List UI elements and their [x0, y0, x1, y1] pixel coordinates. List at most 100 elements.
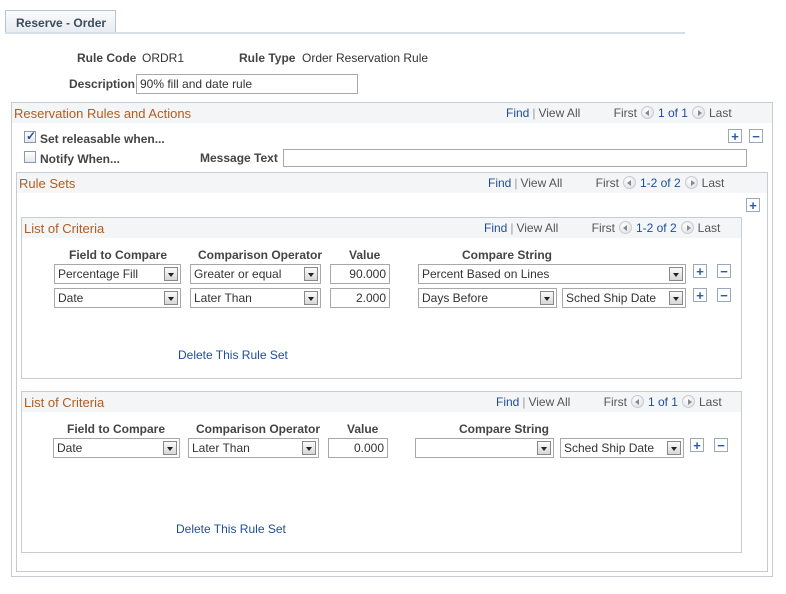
previous-arrow-icon[interactable] [618, 221, 632, 234]
value-input[interactable]: 2.000 [330, 288, 390, 308]
field-select-value: Date [58, 291, 84, 305]
add-criteria-plus-icon[interactable]: + [690, 438, 704, 452]
delete-criteria-minus-icon[interactable]: − [714, 438, 728, 452]
last-link[interactable]: Last [699, 395, 722, 409]
dropdown-arrow-icon[interactable] [302, 441, 316, 455]
dropdown-arrow-icon[interactable] [304, 267, 318, 281]
reservation-nav: Find | View All First 1 of 1 Last [506, 106, 732, 120]
delete-row-minus-icon[interactable]: − [749, 129, 763, 143]
compare-string-value: Days Before [422, 291, 489, 305]
dropdown-arrow-icon[interactable] [164, 291, 178, 305]
next-arrow-icon[interactable] [684, 176, 698, 189]
operator-select[interactable]: Greater or equal [190, 264, 321, 284]
notify-when-label: Notify When... [40, 152, 120, 166]
rule-sets-header: Rule Sets Find | View All First 1-2 of 2 Las… [17, 173, 767, 193]
dropdown-arrow-icon[interactable] [667, 441, 681, 455]
find-link[interactable]: Find [488, 176, 511, 190]
delete-rule-set-link[interactable]: Delete This Rule Set [178, 348, 288, 362]
tab-reserve-order[interactable]: Reserve - Order [5, 10, 116, 33]
compare-date-value: Sched Ship Date [564, 441, 655, 455]
find-link[interactable]: Find [496, 395, 519, 409]
first-link[interactable]: First [596, 176, 619, 190]
delete-criteria-minus-icon[interactable]: − [717, 264, 731, 278]
last-link[interactable]: Last [709, 106, 732, 120]
row-count: 1 of 1 [657, 106, 688, 120]
compare-string-value: Percent Based on Lines [422, 267, 550, 281]
dropdown-arrow-icon[interactable] [540, 291, 554, 305]
previous-arrow-icon[interactable] [640, 106, 654, 119]
compare-string-select[interactable]: Percent Based on Lines [418, 264, 686, 284]
field-select[interactable]: Date [53, 438, 180, 458]
criteria-list-title: List of Criteria [24, 395, 105, 410]
add-criteria-plus-icon[interactable]: + [693, 288, 707, 302]
find-link[interactable]: Find [484, 221, 507, 235]
value-input[interactable]: 0.000 [328, 438, 388, 458]
field-select[interactable]: Date [54, 288, 181, 308]
description-input[interactable]: 90% fill and date rule [136, 74, 358, 94]
dropdown-arrow-icon[interactable] [537, 441, 551, 455]
reservation-rules-header: Reservation Rules and Actions Find | View … [12, 103, 772, 123]
separator: | [510, 221, 514, 235]
field-select-value: Percentage Fill [58, 267, 139, 281]
column-header-compare-string: Compare String [459, 422, 550, 436]
separator: | [514, 176, 518, 190]
notify-when-checkbox[interactable] [24, 151, 36, 163]
last-link[interactable]: Last [698, 221, 721, 235]
add-criteria-plus-icon[interactable]: + [693, 264, 707, 278]
rule-type-label: Rule Type [239, 51, 296, 65]
first-link[interactable]: First [592, 221, 615, 235]
next-arrow-icon[interactable] [691, 106, 705, 119]
view-all-link[interactable]: View All [528, 395, 570, 409]
operator-select-value: Greater or equal [194, 267, 282, 281]
delete-criteria-minus-icon[interactable]: − [717, 288, 731, 302]
message-text-label: Message Text [200, 151, 278, 165]
view-all-link[interactable]: View All [520, 176, 562, 190]
compare-date-select[interactable]: Sched Ship Date [562, 288, 686, 308]
compare-string-select[interactable]: Days Before [418, 288, 557, 308]
dropdown-arrow-icon[interactable] [304, 291, 318, 305]
message-text-input[interactable] [283, 149, 747, 167]
description-label: Description [69, 77, 136, 91]
view-all-link[interactable]: View All [516, 221, 558, 235]
view-all-link[interactable]: View All [538, 106, 580, 120]
column-header-field: Field to Compare [67, 422, 166, 436]
add-row-plus-icon[interactable]: + [728, 129, 742, 143]
first-link[interactable]: First [604, 395, 627, 409]
criteria-list-2-header: List of Criteria Find | View All First 1 of… [22, 392, 741, 412]
operator-select-value: Later Than [192, 441, 250, 455]
set-releasable-label: Set releasable when... [40, 132, 165, 146]
rule-sets-title: Rule Sets [19, 176, 76, 191]
dropdown-arrow-icon[interactable] [669, 291, 683, 305]
column-header-compare-string: Compare String [462, 248, 553, 262]
rule-code-value: ORDR1 [142, 51, 185, 65]
last-link[interactable]: Last [702, 176, 725, 190]
row-count: 1-2 of 2 [639, 176, 681, 190]
operator-select[interactable]: Later Than [188, 438, 319, 458]
compare-string-select[interactable] [415, 438, 554, 458]
next-arrow-icon[interactable] [680, 221, 694, 234]
next-arrow-icon[interactable] [681, 395, 695, 408]
criteria-list-nav: Find | View All First 1 of 1 Last [496, 395, 722, 409]
rule-type-value: Order Reservation Rule [302, 51, 429, 65]
first-link[interactable]: First [614, 106, 637, 120]
column-header-value: Value [347, 422, 379, 436]
dropdown-arrow-icon[interactable] [163, 441, 177, 455]
field-select[interactable]: Percentage Fill [54, 264, 181, 284]
criteria-list-nav: Find | View All First 1-2 of 2 Last [484, 221, 720, 235]
delete-rule-set-link[interactable]: Delete This Rule Set [176, 522, 286, 536]
find-link[interactable]: Find [506, 106, 529, 120]
dropdown-arrow-icon[interactable] [164, 267, 178, 281]
previous-arrow-icon[interactable] [630, 395, 644, 408]
previous-arrow-icon[interactable] [622, 176, 636, 189]
dropdown-arrow-icon[interactable] [669, 267, 683, 281]
value-input[interactable]: 90.000 [330, 264, 390, 284]
add-rule-set-plus-icon[interactable]: + [746, 198, 760, 212]
compare-date-select[interactable]: Sched Ship Date [560, 438, 684, 458]
criteria-list-title: List of Criteria [24, 221, 105, 236]
rule-code-label: Rule Code [77, 51, 137, 65]
tab-underline [5, 32, 685, 34]
row-count: 1 of 1 [647, 395, 678, 409]
set-releasable-checkbox[interactable] [24, 129, 36, 143]
rule-sets-nav: Find | View All First 1-2 of 2 Last [488, 176, 724, 190]
operator-select[interactable]: Later Than [190, 288, 321, 308]
